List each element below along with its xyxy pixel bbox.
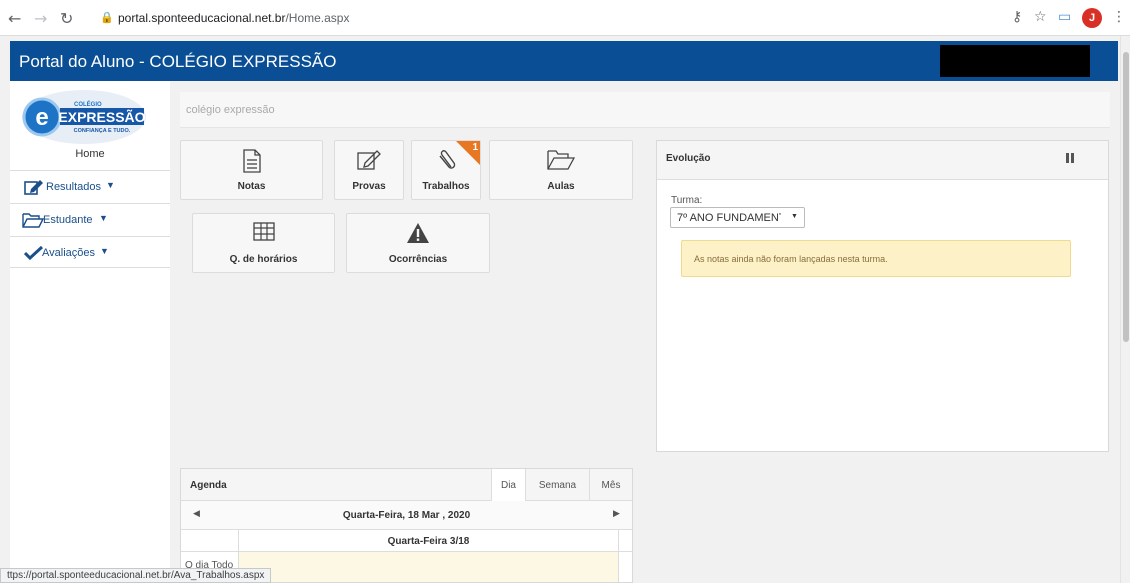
reload-icon[interactable]: ↻ xyxy=(60,9,73,28)
url-text: portal.sponteeducacional.net.br/Home.asp… xyxy=(118,11,349,25)
sidebar-item-label: Avaliações xyxy=(42,247,95,259)
agenda-scrollbar[interactable] xyxy=(618,552,632,582)
folder-open-icon xyxy=(547,150,575,170)
tile-label: Trabalhos xyxy=(422,181,470,192)
panel-title: Evolução xyxy=(666,153,711,164)
page-scrollbar[interactable] xyxy=(1120,36,1130,583)
document-icon xyxy=(242,149,261,173)
agenda-day-header: Quarta-Feira 3/18 xyxy=(181,530,632,552)
tile-provas[interactable]: Provas xyxy=(334,140,404,200)
sidebar: e COLÉGIO EXPRESSÃO CONFIANÇA E TUDO. Ho… xyxy=(10,81,170,583)
tile-label: Q. de horários xyxy=(229,254,298,265)
alert-text: As notas ainda não foram lançadas nesta … xyxy=(694,254,888,264)
next-day-icon[interactable]: ▶ xyxy=(613,509,620,519)
caret-down-icon: ▼ xyxy=(106,180,115,190)
sidebar-item-estudante[interactable]: Estudante ▼ xyxy=(10,203,170,235)
url-host: portal.sponteeducacional.net.br xyxy=(118,11,286,25)
notification-badge: 1 xyxy=(472,142,478,153)
logo-letter: e xyxy=(35,104,48,131)
school-logo[interactable]: e COLÉGIO EXPRESSÃO CONFIANÇA E TUDO. xyxy=(20,87,148,147)
grid-icon xyxy=(252,222,275,241)
turma-selected-value: 7º ANO FUNDAMENTAL xyxy=(677,212,781,224)
day-header-text: Quarta-Feira 3/18 xyxy=(387,536,470,547)
sidebar-home-link[interactable]: Home xyxy=(10,148,170,160)
warning-icon xyxy=(407,223,429,243)
sidebar-item-avaliacoes[interactable]: Avaliações ▼ xyxy=(10,236,170,268)
chevron-down-icon: ▼ xyxy=(791,213,798,220)
warning-alert: As notas ainda não foram lançadas nesta … xyxy=(681,240,1071,277)
tab-mes[interactable]: Mês xyxy=(589,469,632,501)
tile-label: Aulas xyxy=(547,181,575,192)
profile-avatar[interactable]: J xyxy=(1082,8,1102,28)
tile-label: Provas xyxy=(352,181,386,192)
scrollbar-thumb[interactable] xyxy=(1123,52,1129,342)
logo-main-text: EXPRESSÃO xyxy=(58,108,145,125)
folder-icon xyxy=(22,213,44,228)
logo-top-text: COLÉGIO xyxy=(74,100,102,108)
tab-semana[interactable]: Semana xyxy=(525,469,589,501)
evolucao-panel: Evolução Turma: 7º ANO FUNDAMENTAL ▼ As … xyxy=(656,140,1109,452)
sidebar-item-label: Estudante xyxy=(43,214,93,226)
edit-icon xyxy=(24,180,43,195)
agenda-header: Agenda Dia Semana Mês xyxy=(181,469,632,501)
forward-icon[interactable]: → xyxy=(34,9,47,28)
sidebar-item-label: Resultados xyxy=(46,181,102,193)
back-icon[interactable]: ← xyxy=(8,9,21,28)
cast-icon[interactable]: ▭ xyxy=(1058,9,1071,25)
address-bar[interactable]: 🔒 portal.sponteeducacional.net.br/Home.a… xyxy=(86,6,1026,30)
caret-down-icon: ▼ xyxy=(99,213,108,223)
page: ← → ↻ 🔒 portal.sponteeducacional.net.br/… xyxy=(0,0,1130,583)
menu-dots-icon[interactable]: ⋮ xyxy=(1112,9,1126,25)
tile-aulas[interactable]: Aulas xyxy=(489,140,633,200)
agenda-day-cell[interactable] xyxy=(239,552,618,582)
redacted-user-area xyxy=(940,45,1090,77)
caret-down-icon: ▼ xyxy=(100,246,109,256)
turma-label: Turma: xyxy=(671,195,703,206)
tile-quadro-horarios[interactable]: Q. de horários xyxy=(192,213,335,273)
link-status-bar: ttps://portal.sponteeducacional.net.br/A… xyxy=(0,568,272,583)
agenda-panel: Agenda Dia Semana Mês ◀ Quarta-Feira, 18… xyxy=(180,468,633,583)
turma-select[interactable]: 7º ANO FUNDAMENTAL ▼ xyxy=(670,207,805,228)
tab-dia[interactable]: Dia xyxy=(491,469,525,501)
edit-icon xyxy=(357,150,381,170)
agenda-current-date: Quarta-Feira, 18 Mar , 2020 xyxy=(342,510,471,521)
page-title: Portal do Aluno - COLÉGIO EXPRESSÃO xyxy=(19,52,337,71)
paperclip-icon xyxy=(439,150,456,169)
breadcrumb: colégio expressão xyxy=(180,92,1110,128)
logo-tagline: CONFIANÇA E TUDO. xyxy=(74,128,131,134)
pause-icon[interactable] xyxy=(1066,153,1076,165)
agenda-title: Agenda xyxy=(190,480,227,491)
star-icon[interactable]: ☆ xyxy=(1034,9,1047,25)
browser-toolbar: ← → ↻ 🔒 portal.sponteeducacional.net.br/… xyxy=(0,0,1130,36)
tile-notas[interactable]: Notas xyxy=(180,140,323,200)
agenda-scroll-gutter xyxy=(618,530,632,552)
app-header: Portal do Aluno - COLÉGIO EXPRESSÃO xyxy=(10,41,1118,81)
sidebar-item-resultados[interactable]: Resultados ▼ xyxy=(10,170,170,202)
tile-trabalhos[interactable]: Trabalhos 1 xyxy=(411,140,481,200)
agenda-date-nav: ◀ Quarta-Feira, 18 Mar , 2020 ▶ xyxy=(181,501,632,530)
tile-label: Ocorrências xyxy=(388,254,448,265)
check-icon xyxy=(24,245,44,261)
breadcrumb-text: colégio expressão xyxy=(186,104,275,116)
lock-icon: 🔒 xyxy=(100,11,114,24)
tile-label: Notas xyxy=(237,181,266,192)
logo-graphic: e COLÉGIO EXPRESSÃO CONFIANÇA E TUDO. xyxy=(22,90,146,144)
panel-header: Evolução xyxy=(657,141,1108,180)
key-icon[interactable]: ⚷ xyxy=(1012,9,1022,25)
agenda-gutter xyxy=(181,530,239,552)
tile-ocorrencias[interactable]: Ocorrências xyxy=(346,213,490,273)
url-path: /Home.aspx xyxy=(285,11,350,25)
